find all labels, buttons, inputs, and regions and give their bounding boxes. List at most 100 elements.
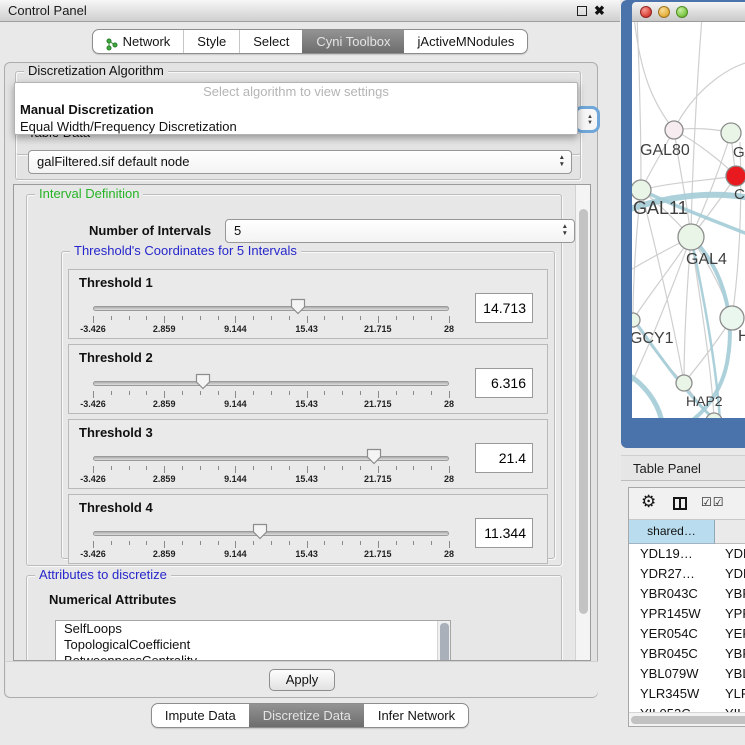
minimize-traffic-light[interactable]	[658, 6, 670, 18]
table-cell[interactable]: YPR145W	[629, 604, 715, 624]
tick-mark	[289, 466, 290, 470]
tick-label: 15.43	[295, 399, 318, 409]
table-cell[interactable]: YDL19…	[629, 544, 715, 564]
table-cell[interactable]: YBL0	[715, 664, 745, 684]
tab-label: Discretize Data	[263, 704, 351, 727]
slider-track[interactable]	[93, 306, 449, 311]
table-row[interactable]: YBR045CYBR0	[629, 644, 745, 664]
network-node-hap2[interactable]	[676, 375, 692, 391]
tick-mark	[413, 316, 414, 320]
table-cell[interactable]: YBR045C	[629, 644, 715, 664]
column-header-name[interactable]: na	[715, 520, 745, 544]
table-cell[interactable]: YLR3	[715, 684, 745, 704]
table-cell[interactable]: YBR0	[715, 584, 745, 604]
table-row[interactable]: YDL19…YDL1	[629, 544, 745, 564]
slider-handle[interactable]	[252, 523, 268, 540]
close-icon[interactable]: ✖	[594, 3, 605, 19]
network-node-c[interactable]	[726, 166, 745, 186]
tab-infer-network[interactable]: Infer Network	[364, 704, 468, 727]
num-intervals-combobox[interactable]: 5 ▲▼	[225, 219, 575, 243]
slider-handle[interactable]	[290, 298, 306, 315]
slider-track[interactable]	[93, 381, 449, 386]
network-node-ga[interactable]	[721, 123, 741, 143]
threshold-value-field[interactable]: 11.344	[475, 518, 533, 548]
table-hscrollbar-thumb[interactable]	[631, 716, 745, 724]
column-header-shared[interactable]: shared…	[629, 520, 715, 544]
control-panel: Control Panel ✖ NetworkStyleSelectCyni T…	[0, 0, 620, 745]
table-cell[interactable]: YLR345W	[629, 684, 715, 704]
network-node-gal11[interactable]	[632, 180, 651, 200]
table-row[interactable]: YIL052CYIL0	[629, 704, 745, 712]
slider-track[interactable]	[93, 531, 449, 536]
network-window-titlebar[interactable]	[632, 2, 745, 22]
dropdown-option-equal-width-frequency-discretization[interactable]: Equal Width/Frequency Discretization	[15, 118, 577, 135]
float-window-icon[interactable]	[577, 6, 587, 16]
slider-handle[interactable]	[195, 373, 211, 390]
threshold-panel-3: Threshold 3-3.4262.8599.14415.4321.71528…	[68, 419, 548, 489]
table-row[interactable]: YDR27…YDR2	[629, 564, 745, 584]
tick-label: 2.859	[153, 474, 176, 484]
table-data-combobox[interactable]: galFiltered.sif default node ▲▼	[28, 150, 572, 174]
table-cell[interactable]: YPR1	[715, 604, 745, 624]
tab-impute-data[interactable]: Impute Data	[152, 704, 249, 727]
gear-icon[interactable]: ⚙	[641, 492, 656, 512]
tick-mark	[396, 466, 397, 470]
network-edge	[691, 22, 702, 237]
dropdown-option-manual-discretization[interactable]: Manual Discretization	[15, 101, 577, 119]
table-cell[interactable]: YDL1	[715, 544, 745, 564]
zoom-traffic-light[interactable]	[676, 6, 688, 18]
numerical-attribute-item[interactable]: BetweennessCentrality	[56, 653, 450, 661]
tab-cyni-toolbox[interactable]: Cyni Toolbox	[302, 30, 403, 53]
threshold-value-field[interactable]: 6.316	[475, 368, 533, 398]
table-cell[interactable]: YDR27…	[629, 564, 715, 584]
network-node-h[interactable]	[720, 306, 744, 330]
tick-mark	[253, 466, 254, 470]
table-cell[interactable]: YIL052C	[629, 704, 715, 712]
threshold-value-field[interactable]: 14.713	[475, 293, 533, 323]
tab-jactivemnodules[interactable]: jActiveMNodules	[404, 30, 528, 53]
network-node-gal80[interactable]	[665, 121, 683, 139]
table-cell[interactable]: YER0	[715, 624, 745, 644]
tick-mark	[271, 466, 272, 470]
table-row[interactable]: YLR345WYLR3	[629, 684, 745, 704]
table-row[interactable]: YBL079WYBL0	[629, 664, 745, 684]
tick-mark	[289, 541, 290, 545]
table-cell[interactable]: YIL0	[715, 704, 745, 712]
panel-scrollbar-thumb[interactable]	[579, 209, 588, 614]
table-cell[interactable]: YDR2	[715, 564, 745, 584]
network-node-gcy1[interactable]	[632, 313, 640, 327]
apply-button[interactable]: Apply	[269, 669, 335, 691]
tab-select[interactable]: Select	[239, 30, 302, 53]
table-cell[interactable]: YBR0	[715, 644, 745, 664]
numerical-attribute-item[interactable]: SelfLoops	[56, 621, 450, 637]
discretization-algorithm-label: Discretization Algorithm	[24, 64, 168, 78]
table-row[interactable]: YBR043CYBR0	[629, 584, 745, 604]
numerical-attributes-label: Numerical Attributes	[49, 592, 176, 607]
threshold-value-field[interactable]: 21.4	[475, 443, 533, 473]
numerical-attribute-item[interactable]: TopologicalCoefficient	[56, 637, 450, 653]
table-hscrollbar[interactable]	[629, 712, 745, 726]
tab-discretize-data[interactable]: Discretize Data	[249, 704, 364, 727]
table-row[interactable]: YER054CYER0	[629, 624, 745, 644]
tab-network[interactable]: Network	[93, 30, 184, 53]
table-cell[interactable]: YBL079W	[629, 664, 715, 684]
slider-handle[interactable]	[366, 448, 382, 465]
tick-mark	[449, 541, 450, 548]
table-cell[interactable]: YER054C	[629, 624, 715, 644]
table-cell[interactable]: YBR043C	[629, 584, 715, 604]
tab-style[interactable]: Style	[183, 30, 239, 53]
tick-mark	[378, 541, 379, 548]
panel-scrollbar[interactable]	[575, 185, 590, 660]
list-scrollbar[interactable]	[437, 621, 450, 661]
tick-mark	[200, 541, 201, 545]
table-row[interactable]: YPR145WYPR1	[629, 604, 745, 624]
tick-mark	[129, 316, 130, 320]
network-node-gal4[interactable]	[678, 224, 704, 250]
numerical-attributes-list[interactable]: SelfLoopsTopologicalCoefficientBetweenne…	[55, 620, 451, 661]
list-scrollbar-thumb[interactable]	[440, 623, 449, 661]
columns-icon[interactable]	[673, 497, 687, 510]
close-traffic-light[interactable]	[640, 6, 652, 18]
network-canvas[interactable]: GAL80GACGAL11GAL4GCY1HHAP2	[632, 22, 745, 418]
slider-track[interactable]	[93, 456, 449, 461]
checkbox-icons[interactable]: ☑☑	[701, 495, 725, 509]
